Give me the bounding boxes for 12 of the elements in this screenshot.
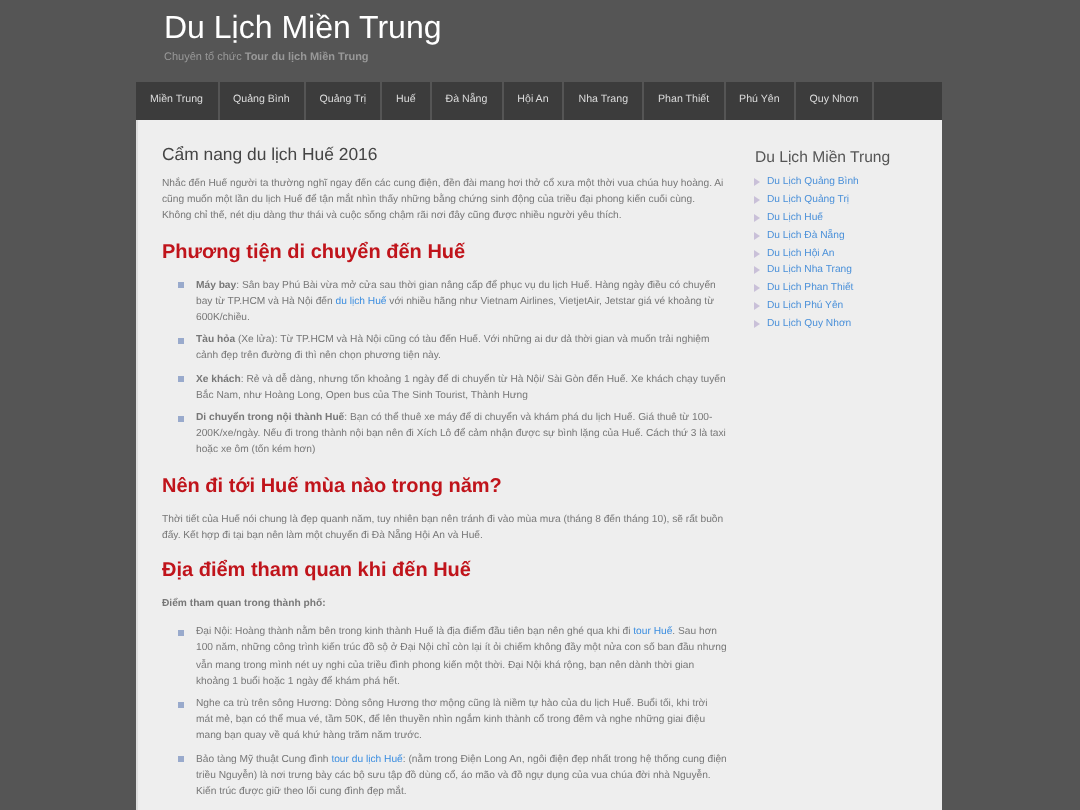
bullet-icon bbox=[178, 629, 184, 636]
bullet-icon bbox=[178, 376, 184, 383]
section-heading: Địa điểm tham quan khi đến Huế bbox=[162, 560, 471, 583]
bullet-icon bbox=[178, 415, 184, 422]
bullet-icon bbox=[178, 701, 184, 708]
article-title: Cẩm nang du lịch Huế 2016 bbox=[162, 144, 378, 164]
bullet-icon bbox=[178, 337, 184, 344]
site-title[interactable]: Du Lịch Miền Trung bbox=[164, 12, 442, 48]
section-heading: Nên đi tới Huế mùa nào trong năm? bbox=[162, 475, 502, 498]
bullet-icon bbox=[178, 282, 184, 289]
bullet-icon bbox=[178, 756, 184, 763]
section-heading: Phương tiện di chuyển đến Huế bbox=[162, 241, 466, 264]
